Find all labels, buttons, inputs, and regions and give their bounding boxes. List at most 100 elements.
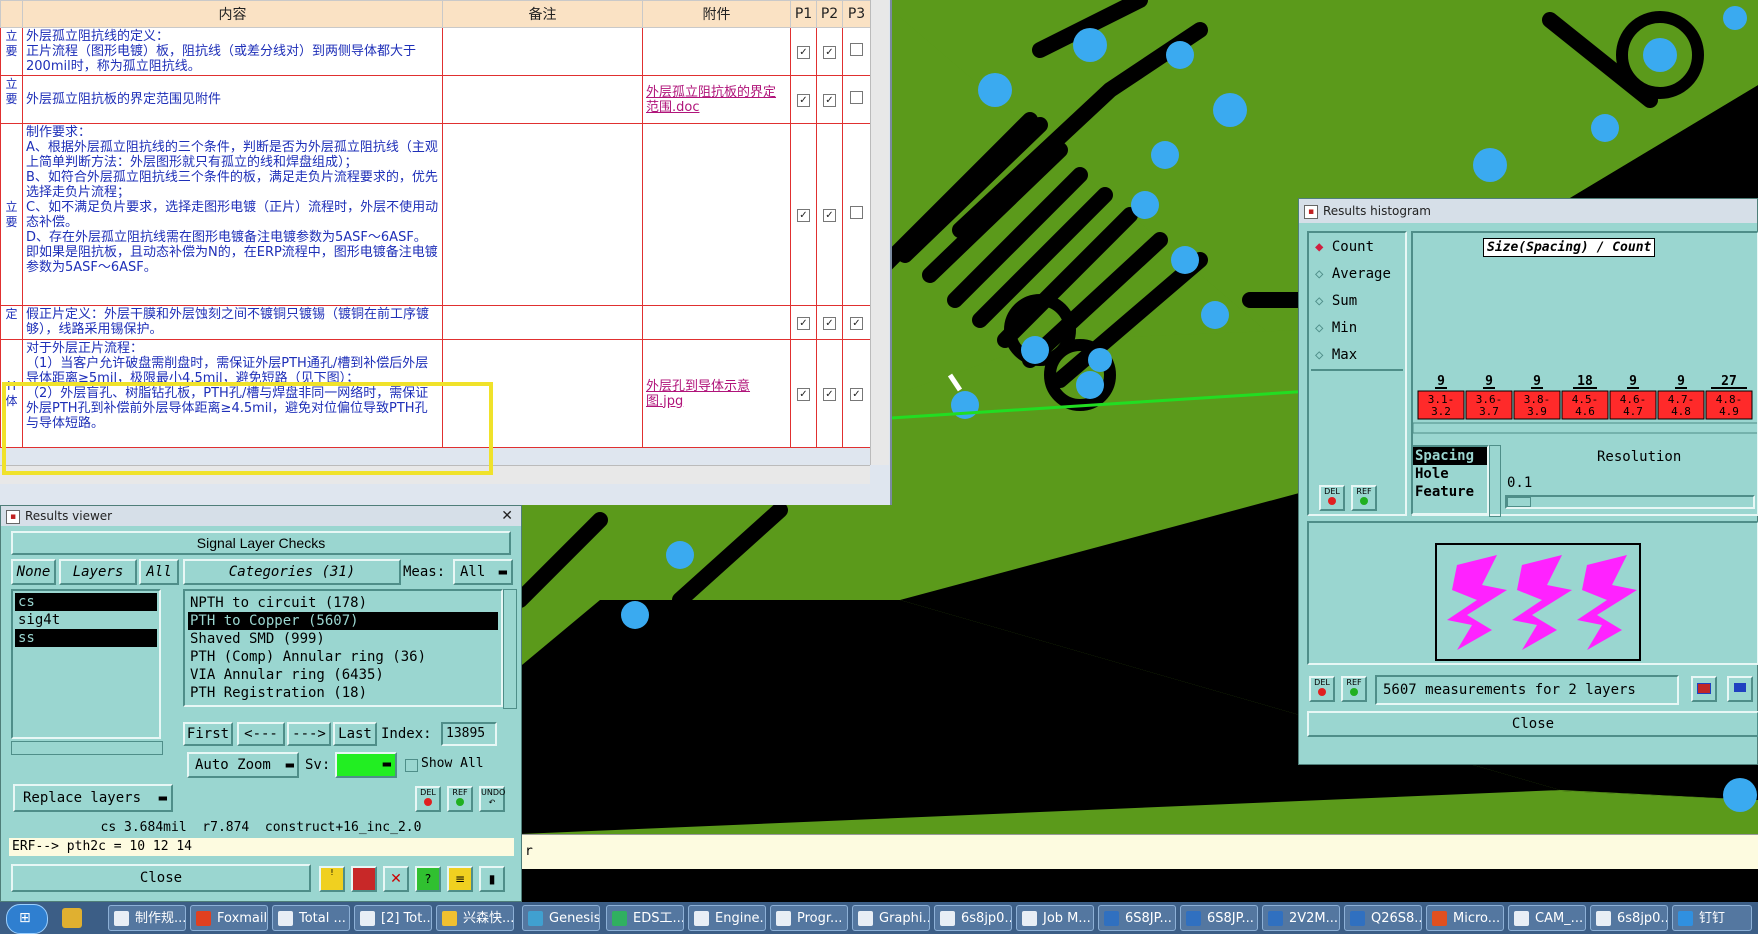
last-button[interactable]: Last bbox=[333, 722, 377, 746]
p2-checkbox[interactable]: ✓ bbox=[816, 123, 843, 306]
p3-checkbox[interactable]: ✓ bbox=[842, 305, 871, 340]
header-content[interactable]: 内容 bbox=[22, 0, 443, 28]
header-attachment[interactable]: 附件 bbox=[642, 0, 791, 28]
help-icon[interactable]: ? bbox=[415, 866, 441, 892]
histogram-hscroll[interactable] bbox=[1413, 422, 1758, 434]
histogram-bar[interactable] bbox=[1531, 387, 1543, 389]
del-button[interactable]: DEL bbox=[1309, 676, 1335, 702]
next-button[interactable]: ---> bbox=[287, 722, 331, 746]
header-p1[interactable]: P1 bbox=[790, 0, 817, 28]
histogram-bar[interactable] bbox=[1675, 387, 1687, 389]
content-cell[interactable]: 假正片定义：外层干膜和外层蚀刻之间不镀铜只镀锡（镀铜在前工序镀够），线路采用锡保… bbox=[22, 305, 443, 340]
taskbar-item[interactable]: Graphi... bbox=[852, 905, 930, 931]
option-sum[interactable]: ◇ Sum bbox=[1315, 293, 1357, 309]
undo-button[interactable]: UNDO ↶ bbox=[479, 786, 505, 812]
taskbar-item[interactable]: Foxmail bbox=[190, 905, 268, 931]
taskbar-item[interactable]: 6s8jp0... bbox=[1590, 905, 1668, 931]
attachment-cell[interactable] bbox=[642, 27, 791, 76]
taskbar-item[interactable]: Total ... bbox=[272, 905, 350, 931]
taskbar-item[interactable]: 钉钉 bbox=[1672, 905, 1752, 931]
vertical-scrollbar[interactable] bbox=[870, 0, 889, 465]
show-all-checkbox[interactable] bbox=[405, 759, 418, 772]
taskbar-item[interactable]: [2] Tot... bbox=[354, 905, 432, 931]
layer-item-ss[interactable]: ss bbox=[15, 629, 157, 647]
none-button[interactable]: None bbox=[11, 559, 56, 585]
all-button[interactable]: All bbox=[139, 559, 179, 585]
results-viewer-titlebar[interactable]: ▪ Results viewer ✕ bbox=[1, 506, 521, 526]
taskbar-item[interactable]: EDS工... bbox=[606, 905, 684, 931]
del-button[interactable]: DEL bbox=[1319, 485, 1345, 511]
taskbar-item[interactable]: Engine... bbox=[688, 905, 766, 931]
histogram-bar[interactable] bbox=[1573, 387, 1597, 389]
p3-checkbox[interactable] bbox=[842, 75, 871, 124]
header-p3[interactable]: P3 bbox=[842, 0, 871, 28]
quicklaunch-icon[interactable] bbox=[62, 908, 82, 928]
sv-color-select[interactable]: ▬ bbox=[335, 752, 397, 778]
option-count[interactable]: ◆ Count bbox=[1315, 239, 1374, 255]
remark-cell[interactable] bbox=[442, 27, 643, 76]
layers-button[interactable]: Layers bbox=[59, 559, 137, 585]
taskbar-item[interactable]: 6S8JP... bbox=[1180, 905, 1258, 931]
header-remark[interactable]: 备注 bbox=[442, 0, 643, 28]
category-item[interactable]: Shaved SMD (999) bbox=[188, 630, 498, 648]
histogram-bar[interactable] bbox=[1483, 387, 1495, 389]
p1-checkbox[interactable]: ✓ bbox=[790, 123, 817, 306]
delete-x-icon[interactable]: ✕ bbox=[383, 866, 409, 892]
layers-list[interactable]: cs sig4t ss bbox=[11, 589, 161, 739]
layers-hscroll[interactable] bbox=[11, 741, 163, 755]
taskbar-item[interactable]: Q26S8... bbox=[1344, 905, 1422, 931]
taskbar-item[interactable]: 6s8jp0... bbox=[934, 905, 1012, 931]
taskbar-item[interactable]: 2V2M... bbox=[1262, 905, 1340, 931]
p3-checkbox[interactable] bbox=[842, 27, 871, 76]
size-type-scroll[interactable] bbox=[1489, 445, 1501, 517]
histogram-bar[interactable] bbox=[1435, 387, 1447, 389]
taskbar-item[interactable]: Job M... bbox=[1016, 905, 1094, 931]
report-icon[interactable]: ≡ bbox=[447, 866, 473, 892]
replace-layers-select[interactable]: Replace layers ▬ bbox=[13, 784, 173, 812]
zoom-icon[interactable] bbox=[1691, 676, 1717, 702]
option-min[interactable]: ◇ Min bbox=[1315, 320, 1357, 336]
option-average[interactable]: ◇ Average bbox=[1315, 266, 1391, 282]
ref-button[interactable]: REF bbox=[1351, 485, 1377, 511]
layer-item-sig4t[interactable]: sig4t bbox=[15, 611, 157, 629]
ref-button[interactable]: REF bbox=[447, 786, 473, 812]
export-icon[interactable] bbox=[351, 866, 377, 892]
taskbar-item[interactable]: 制作规... bbox=[108, 905, 186, 931]
histogram-titlebar[interactable]: ▪ Results histogram bbox=[1299, 199, 1757, 223]
p1-checkbox[interactable]: ✓ bbox=[790, 27, 817, 76]
category-item[interactable]: VIA Annular ring (6435) bbox=[188, 666, 498, 684]
category-item[interactable]: NPTH to circuit (178) bbox=[188, 594, 498, 612]
size-type-spacing[interactable]: Spacing bbox=[1413, 447, 1487, 465]
histogram-bar[interactable] bbox=[1627, 387, 1639, 389]
slider-thumb[interactable] bbox=[1507, 497, 1531, 507]
attachment-cell[interactable]: 外层孤立阻抗板的界定范围.doc bbox=[642, 75, 791, 124]
del-button[interactable]: DEL bbox=[415, 786, 441, 812]
remark-cell[interactable] bbox=[442, 75, 643, 124]
size-type-list[interactable]: Spacing Hole Feature bbox=[1411, 445, 1489, 515]
p2-checkbox[interactable]: ✓ bbox=[816, 305, 843, 340]
attachment-link[interactable]: 外层孔到导体示意图.jpg bbox=[646, 379, 750, 409]
meas-select[interactable]: All ▬ bbox=[453, 559, 513, 585]
remark-cell[interactable] bbox=[442, 305, 643, 340]
p3-checkbox[interactable] bbox=[842, 123, 871, 306]
content-cell[interactable]: 制作要求： A、根据外层孤立阻抗线的三个条件，判断是否为外层孤立阻抗线（主观上简… bbox=[22, 123, 443, 306]
size-type-hole[interactable]: Hole bbox=[1413, 465, 1487, 483]
close-icon[interactable]: ✕ bbox=[501, 506, 513, 526]
ref-button[interactable]: REF bbox=[1341, 676, 1367, 702]
attachment-cell[interactable] bbox=[642, 305, 791, 340]
index-input[interactable]: 13895 bbox=[441, 722, 497, 746]
layer-item-cs[interactable]: cs bbox=[15, 593, 157, 611]
p2-checkbox[interactable]: ✓ bbox=[816, 339, 843, 448]
close-button[interactable]: Close bbox=[1307, 711, 1758, 737]
categories-list[interactable]: NPTH to circuit (178) PTH to Copper (560… bbox=[183, 589, 503, 707]
taskbar-item[interactable]: Progr... bbox=[770, 905, 848, 931]
p1-checkbox[interactable]: ✓ bbox=[790, 305, 817, 340]
taskbar-item[interactable]: Genesis bbox=[522, 905, 600, 931]
p1-checkbox[interactable]: ✓ bbox=[790, 75, 817, 124]
prev-button[interactable]: <--- bbox=[237, 722, 285, 746]
histogram-bar[interactable] bbox=[1711, 387, 1747, 389]
header-p2[interactable]: P2 bbox=[816, 0, 843, 28]
category-item[interactable]: PTH (Comp) Annular ring (36) bbox=[188, 648, 498, 666]
attachment-cell[interactable]: 外层孔到导体示意图.jpg bbox=[642, 339, 791, 448]
categories-vscroll[interactable] bbox=[503, 589, 517, 709]
